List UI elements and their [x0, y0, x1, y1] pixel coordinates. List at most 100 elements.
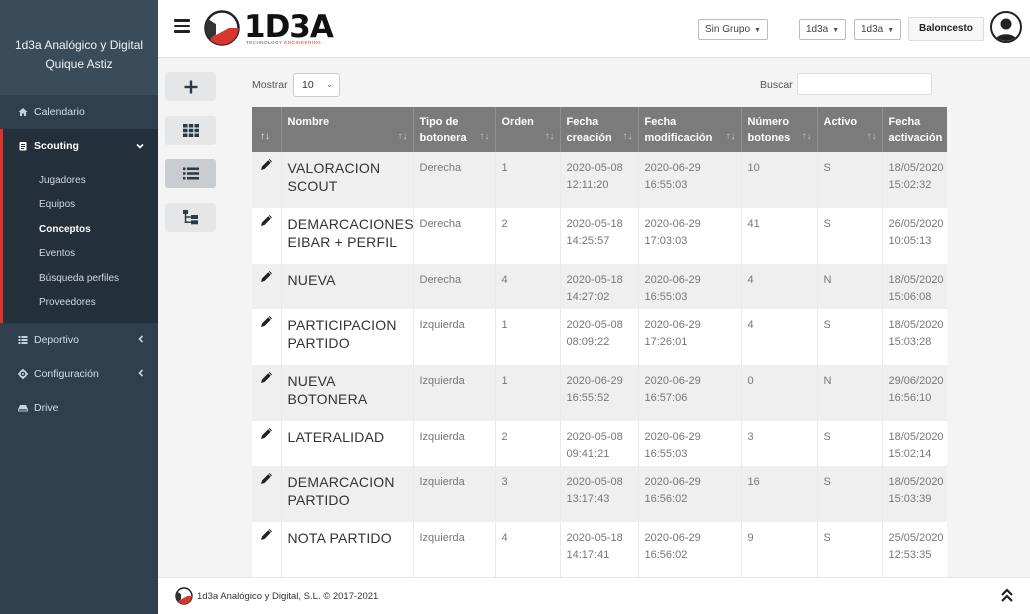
table-row[interactable]: NUEVA Derecha 4 2020-05-18 14:27:02 2020-…	[252, 264, 947, 309]
sidebar-item-label: Scouting	[34, 140, 79, 152]
top-bar: 1D3A TECHNOLOGY ENGINEERING Sin Grupo ▼ 1…	[158, 0, 1030, 58]
cell-numero-botones: 10	[741, 152, 818, 208]
col-header-fecha-modificacion[interactable]: Fecha modificación ↑↓	[638, 107, 742, 152]
brand-logo[interactable]: 1D3A TECHNOLOGY ENGINEERING	[204, 9, 334, 47]
col-header-fecha-activacion[interactable]: Fecha activación	[882, 107, 947, 152]
date: 2020-06-29	[644, 218, 701, 230]
pencil-icon[interactable]	[260, 427, 273, 440]
sidebar-item-deportivo[interactable]: Deportivo	[0, 323, 158, 357]
table-header-row: ↑↓ Nombre ↑↓ Tipo de botonera ↑↓ Orden ↑↓ Fe…	[252, 107, 947, 152]
cell-numero-botones: 4	[741, 264, 818, 309]
cell-edit	[252, 208, 282, 264]
cell-edit	[252, 309, 282, 365]
sidebar-subitem-proveedores[interactable]: Proveedores	[3, 291, 158, 315]
footer-logo-icon	[175, 587, 193, 605]
group-select[interactable]: Sin Grupo ▼	[698, 19, 768, 40]
menu-toggle-icon[interactable]	[174, 19, 190, 33]
pencil-icon[interactable]	[260, 158, 273, 171]
sidebar-subitem-conceptos[interactable]: Conceptos	[3, 218, 158, 242]
sort-icon: ↑↓	[801, 131, 812, 142]
nombre-line-2: SCOUT	[287, 178, 338, 194]
grid-view-button[interactable]	[165, 116, 216, 145]
cell-fecha-modificacion: 2020-06-29 16:57:06	[638, 365, 742, 421]
chevron-left-icon	[138, 369, 144, 380]
time: 17:03:03	[644, 234, 688, 247]
date: 2020-05-18	[566, 532, 623, 544]
sidebar-item-drive[interactable]: Drive	[0, 391, 158, 425]
cell-fecha-creacion: 2020-06-29 16:55:52	[560, 365, 639, 421]
table-row[interactable]: DEMARCACION PARTIDO Izquierda 3 2020-05-0…	[252, 466, 947, 522]
club-select-a[interactable]: 1d3a ▼	[799, 19, 847, 40]
col-header-numero-botones[interactable]: Número botones ↑↓	[741, 107, 818, 152]
cell-fecha-creacion: 2020-05-08 13:17:43	[560, 466, 639, 522]
club-select-b[interactable]: 1d3a ▼	[854, 19, 902, 40]
col-header-nombre[interactable]: Nombre ↑↓	[281, 107, 414, 152]
pencil-icon[interactable]	[260, 315, 273, 328]
nombre-line-2: EIBAR + PERFIL	[287, 234, 398, 250]
table-row[interactable]: LATERALIDAD Izquierda 2 2020-05-08 09:41:…	[252, 421, 947, 466]
sidebar-item-calendario[interactable]: Calendario	[0, 95, 158, 129]
cell-fecha-modificacion: 2020-06-29 16:55:03	[638, 264, 742, 309]
cell-edit	[252, 365, 282, 421]
tree-view-button[interactable]	[165, 203, 216, 232]
add-button[interactable]	[165, 72, 216, 101]
cell-tipo: Derecha	[413, 152, 496, 208]
sidebar-item-configuracion[interactable]: Configuración	[0, 357, 158, 391]
col-header-label: Fecha	[566, 116, 599, 128]
gear-icon	[18, 369, 28, 380]
date: 2020-05-08	[566, 476, 623, 488]
user-avatar-icon[interactable]	[990, 11, 1022, 43]
table-row[interactable]: NUEVA BOTONERA Izquierda 1 2020-06-29 16:5…	[252, 365, 947, 421]
page-length-select[interactable]: 10 ⌄	[293, 73, 340, 97]
time: 16:57:06	[644, 391, 688, 404]
date: 18/05/2020	[888, 476, 944, 488]
time: 12:11:20	[566, 178, 609, 191]
col-header-activo[interactable]: Activo ↑↓	[817, 107, 883, 152]
col-header-tipo[interactable]: Tipo de botonera ↑↓	[413, 107, 496, 152]
list-view-button[interactable]	[165, 159, 216, 188]
club-select-b-value: 1d3a	[861, 24, 884, 35]
pencil-icon[interactable]	[260, 371, 273, 384]
date: 2020-06-29	[644, 319, 701, 331]
grid-icon	[182, 124, 199, 137]
sidebar-subitem-jugadores[interactable]: Jugadores	[3, 169, 158, 193]
concepts-table: ↑↓ Nombre ↑↓ Tipo de botonera ↑↓ Orden ↑↓ Fe…	[252, 107, 947, 577]
drive-icon	[18, 405, 28, 412]
list-icon	[18, 336, 28, 345]
sidebar-subitem-equipos[interactable]: Equipos	[3, 193, 158, 217]
group-select-value: Sin Grupo	[705, 24, 751, 35]
pencil-icon[interactable]	[260, 270, 273, 283]
cell-activo: S	[817, 466, 883, 522]
col-header-fecha-creacion[interactable]: Fecha creación ↑↓	[560, 107, 639, 152]
col-header-label: modificación	[644, 132, 713, 144]
table-row[interactable]: VALORACION SCOUT Derecha 1 2020-05-08 12:1…	[252, 152, 947, 208]
table-row[interactable]: NOTA PARTIDO Izquierda 4 2020-05-18 14:17…	[252, 522, 947, 577]
nombre-line-1: NOTA PARTIDO	[287, 530, 392, 546]
sort-icon: ↑↓	[866, 131, 877, 142]
table-row[interactable]: DEMARCACIONES EIBAR + PERFIL Derecha 2 20…	[252, 208, 947, 264]
user-name: Quique Astiz	[45, 57, 113, 71]
col-header-actions[interactable]: ↑↓	[252, 107, 282, 152]
sidebar-subitem-busqueda-perfiles[interactable]: Búsqueda perfiles	[3, 267, 158, 291]
scroll-to-top-icon[interactable]	[1000, 587, 1014, 603]
cell-fecha-activacion: 25/05/2020 12:53:35	[882, 522, 947, 577]
col-header-orden[interactable]: Orden ↑↓	[495, 107, 561, 152]
pencil-icon[interactable]	[260, 528, 273, 541]
cell-tipo: Izquierda	[413, 466, 496, 522]
date: 2020-05-08	[566, 431, 623, 443]
sidebar-subitem-eventos[interactable]: Eventos	[3, 242, 158, 266]
sidebar-item-scouting[interactable]: Scouting	[0, 129, 158, 163]
col-header-label: botones	[747, 132, 791, 144]
sport-button[interactable]: Baloncesto	[908, 17, 984, 41]
pencil-icon[interactable]	[260, 214, 273, 227]
caret-down-icon: ▼	[754, 27, 761, 34]
time: 14:27:02	[566, 290, 610, 303]
concepts-table-container[interactable]: ↑↓ Nombre ↑↓ Tipo de botonera ↑↓ Orden ↑↓ Fe…	[252, 107, 947, 577]
search-input[interactable]	[797, 73, 932, 95]
table-row[interactable]: PARTICIPACION PARTIDO Izquierda 1 2020-05…	[252, 309, 947, 365]
logo-tagline-b: ENGINEERING	[284, 40, 322, 45]
pencil-icon[interactable]	[260, 472, 273, 485]
cell-numero-botones: 3	[741, 421, 818, 466]
cell-fecha-modificacion: 2020-06-29 17:03:03	[638, 208, 742, 264]
plus-icon	[184, 80, 197, 93]
